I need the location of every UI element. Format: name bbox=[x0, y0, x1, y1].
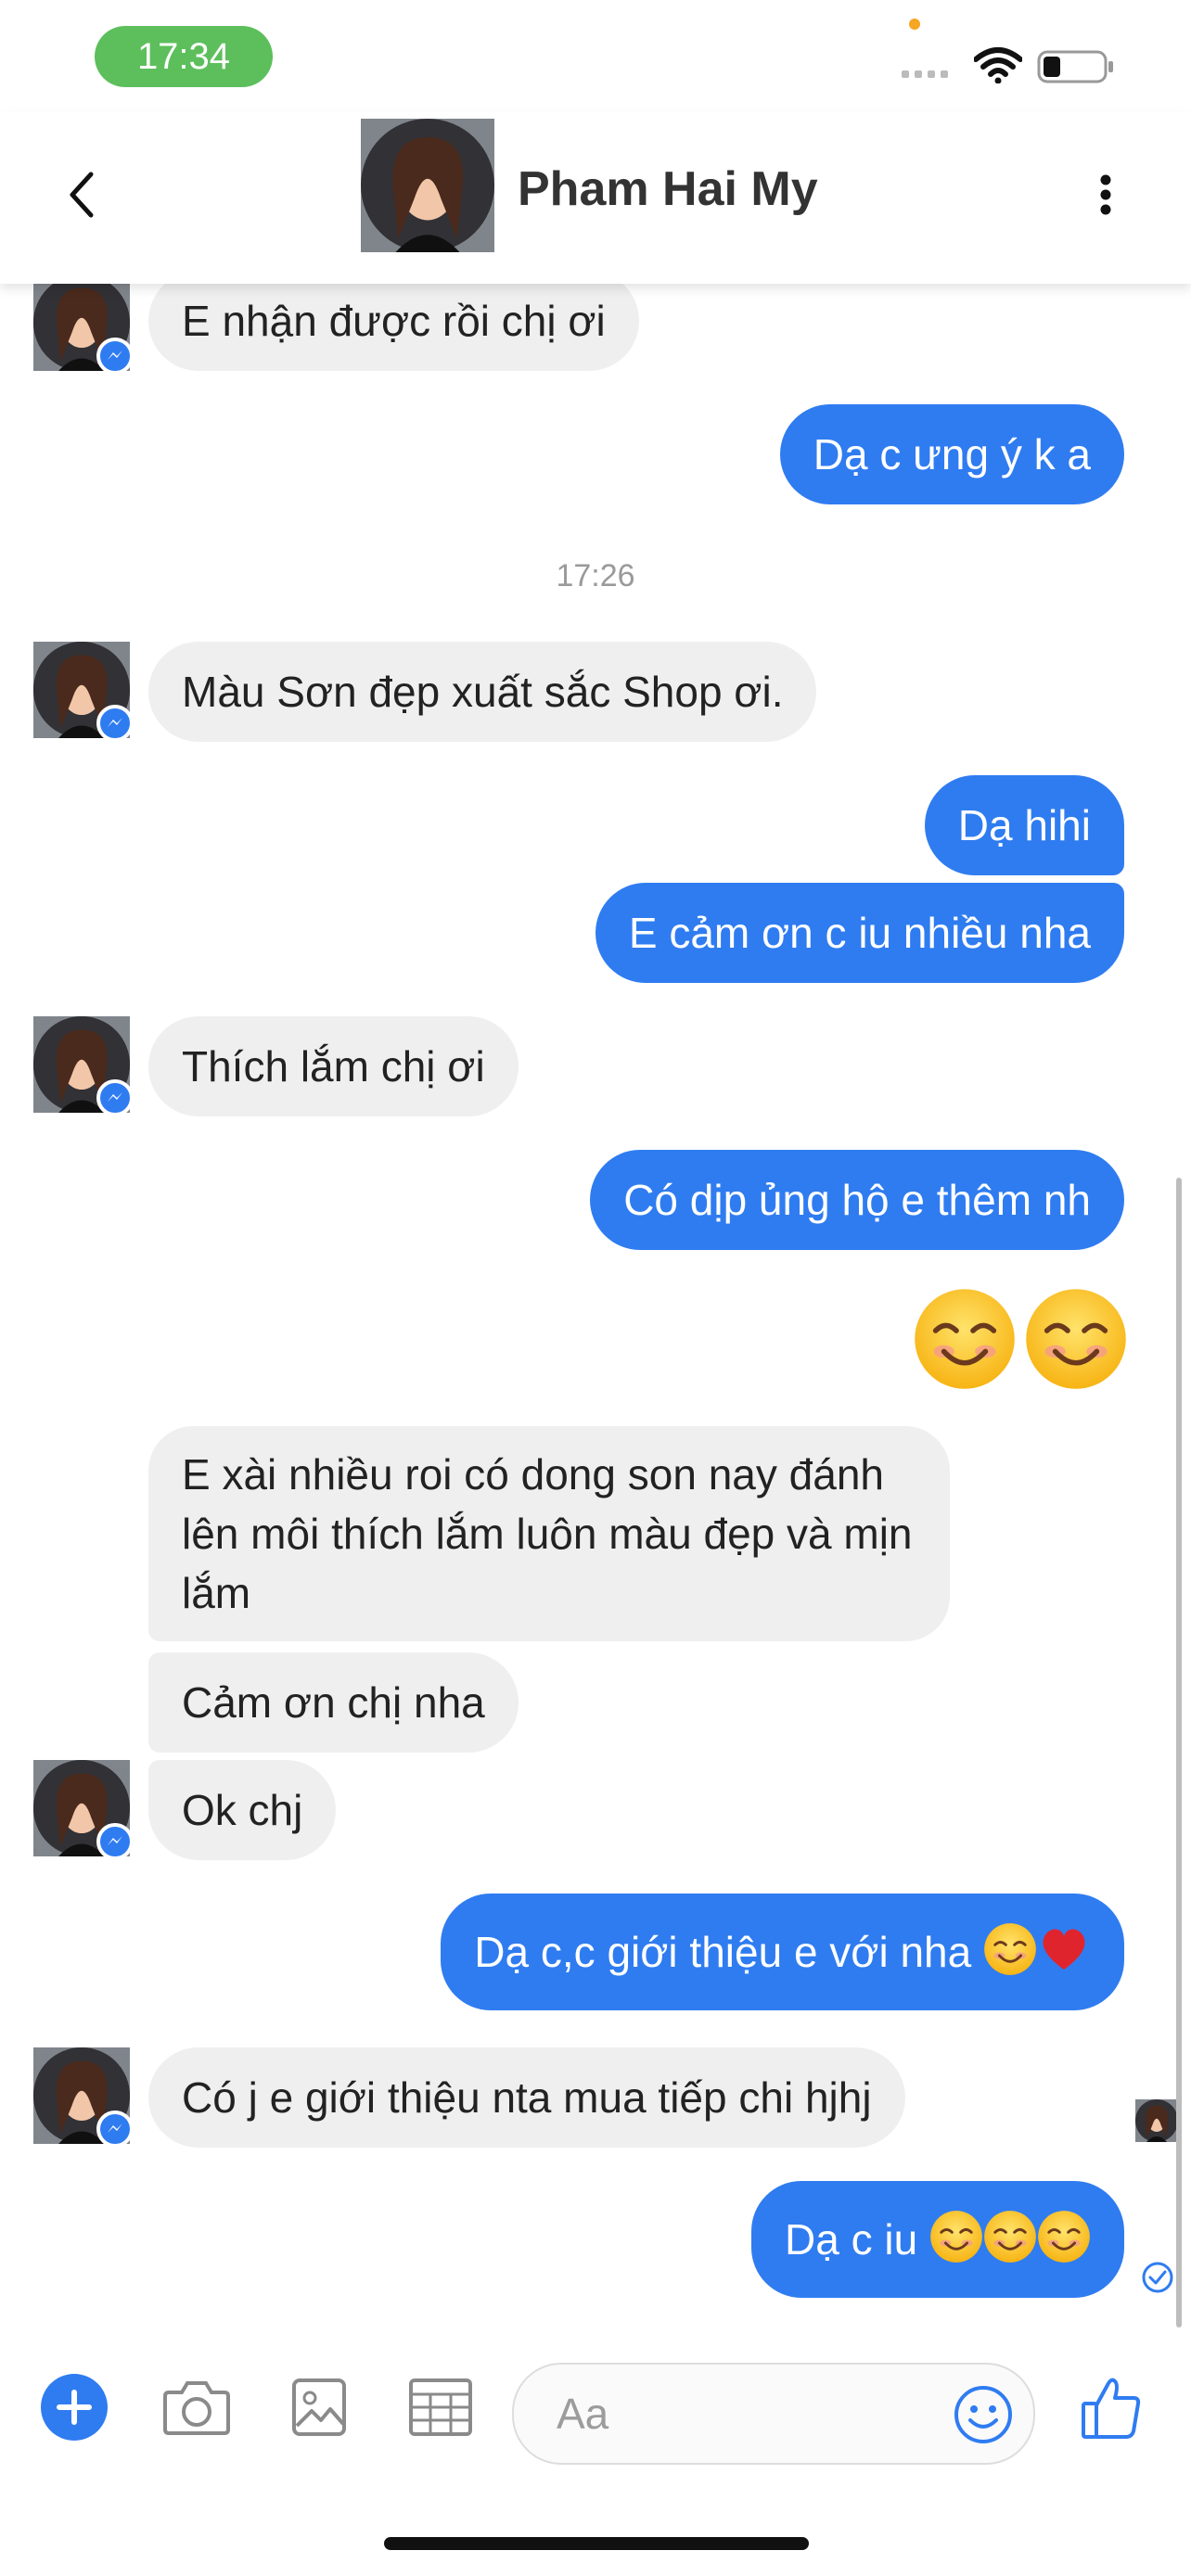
sender-avatar[interactable] bbox=[33, 1016, 130, 1113]
wifi-icon bbox=[974, 47, 1022, 83]
sender-avatar[interactable] bbox=[33, 1760, 130, 1856]
privacy-indicator-dot bbox=[909, 19, 920, 30]
contact-name[interactable]: Pham Hai My bbox=[518, 156, 818, 223]
message-bubble-incoming[interactable]: Có j e giới thiệu nta mua tiếp chi hjhj bbox=[148, 2047, 905, 2148]
message-bubble-incoming[interactable]: Thích lắm chị ơi bbox=[148, 1016, 519, 1116]
sent-check-icon bbox=[1142, 2262, 1173, 2293]
message-list[interactable]: E nhận được rồi chị ơi Dạ c ưng ý k a 17… bbox=[0, 271, 1191, 2324]
sender-avatar[interactable] bbox=[33, 274, 130, 371]
camera-icon[interactable] bbox=[163, 2378, 230, 2437]
message-input-placeholder: Aa bbox=[557, 2390, 609, 2438]
thumbs-up-icon[interactable] bbox=[1080, 2374, 1143, 2441]
gallery-icon[interactable] bbox=[291, 2378, 347, 2437]
message-timestamp: 17:26 bbox=[556, 558, 635, 593]
status-bar: 17:34 bbox=[0, 0, 1191, 111]
smiling-face-emoji-icon bbox=[1037, 2210, 1091, 2264]
message-input[interactable]: Aa bbox=[512, 2363, 1035, 2465]
scrollbar[interactable] bbox=[1176, 1178, 1182, 2327]
conversation-header: Pham Hai My bbox=[0, 111, 1191, 284]
status-time: 17:34 bbox=[95, 26, 273, 87]
message-bubble-outgoing[interactable]: Dạ hihi bbox=[924, 775, 1124, 875]
seen-avatar bbox=[1135, 2099, 1178, 2142]
cellular-signal-icon bbox=[902, 67, 957, 80]
message-bubble-outgoing[interactable]: Dạ c ưng ý k a bbox=[779, 404, 1124, 504]
message-bubble-outgoing[interactable]: Có dịp ủng hộ e thêm nh bbox=[590, 1150, 1124, 1250]
smiling-face-emoji-icon bbox=[929, 2210, 983, 2264]
table-grid-icon[interactable] bbox=[408, 2378, 473, 2437]
message-bubble-incoming[interactable]: Cảm ơn chị nha bbox=[148, 1652, 519, 1753]
message-text: Dạ c iu bbox=[785, 2215, 918, 2264]
smiling-face-emoji-icon bbox=[983, 1922, 1037, 1976]
sender-avatar[interactable] bbox=[33, 2047, 130, 2144]
emoji-smiley-icon[interactable] bbox=[954, 2385, 1013, 2444]
smiling-face-emoji-icon bbox=[983, 2210, 1037, 2264]
smiling-face-emoji-icon[interactable] bbox=[1024, 1287, 1128, 1391]
message-bubble-outgoing[interactable]: E cảm ơn c iu nhiều nha bbox=[595, 883, 1124, 983]
message-composer: Aa bbox=[0, 2327, 1191, 2494]
message-bubble-incoming[interactable]: E nhận được rồi chị ơi bbox=[148, 271, 639, 371]
message-text: Dạ c,c giới thiệu e với nha bbox=[474, 1928, 972, 1976]
back-chevron-icon[interactable] bbox=[59, 158, 100, 232]
message-bubble-incoming[interactable]: Màu Sơn đẹp xuất sắc Shop ơi. bbox=[148, 642, 817, 742]
plus-icon[interactable] bbox=[41, 2374, 108, 2441]
red-heart-emoji-icon bbox=[1037, 1922, 1091, 1976]
battery-icon bbox=[1037, 50, 1113, 83]
smiling-face-emoji-icon[interactable] bbox=[913, 1287, 1017, 1391]
contact-avatar[interactable] bbox=[361, 119, 494, 252]
home-indicator[interactable] bbox=[384, 2537, 809, 2550]
message-bubble-outgoing[interactable]: Dạ c,c giới thiệu e với nha bbox=[441, 1894, 1124, 2010]
more-options-icon[interactable] bbox=[1095, 158, 1117, 232]
message-bubble-outgoing[interactable]: Dạ c iu bbox=[751, 2181, 1124, 2298]
message-bubble-incoming[interactable]: E xài nhiều roi có dong son nay đánh lên… bbox=[148, 1426, 950, 1641]
message-bubble-incoming[interactable]: Ok chj bbox=[148, 1760, 337, 1860]
sender-avatar[interactable] bbox=[33, 642, 130, 738]
